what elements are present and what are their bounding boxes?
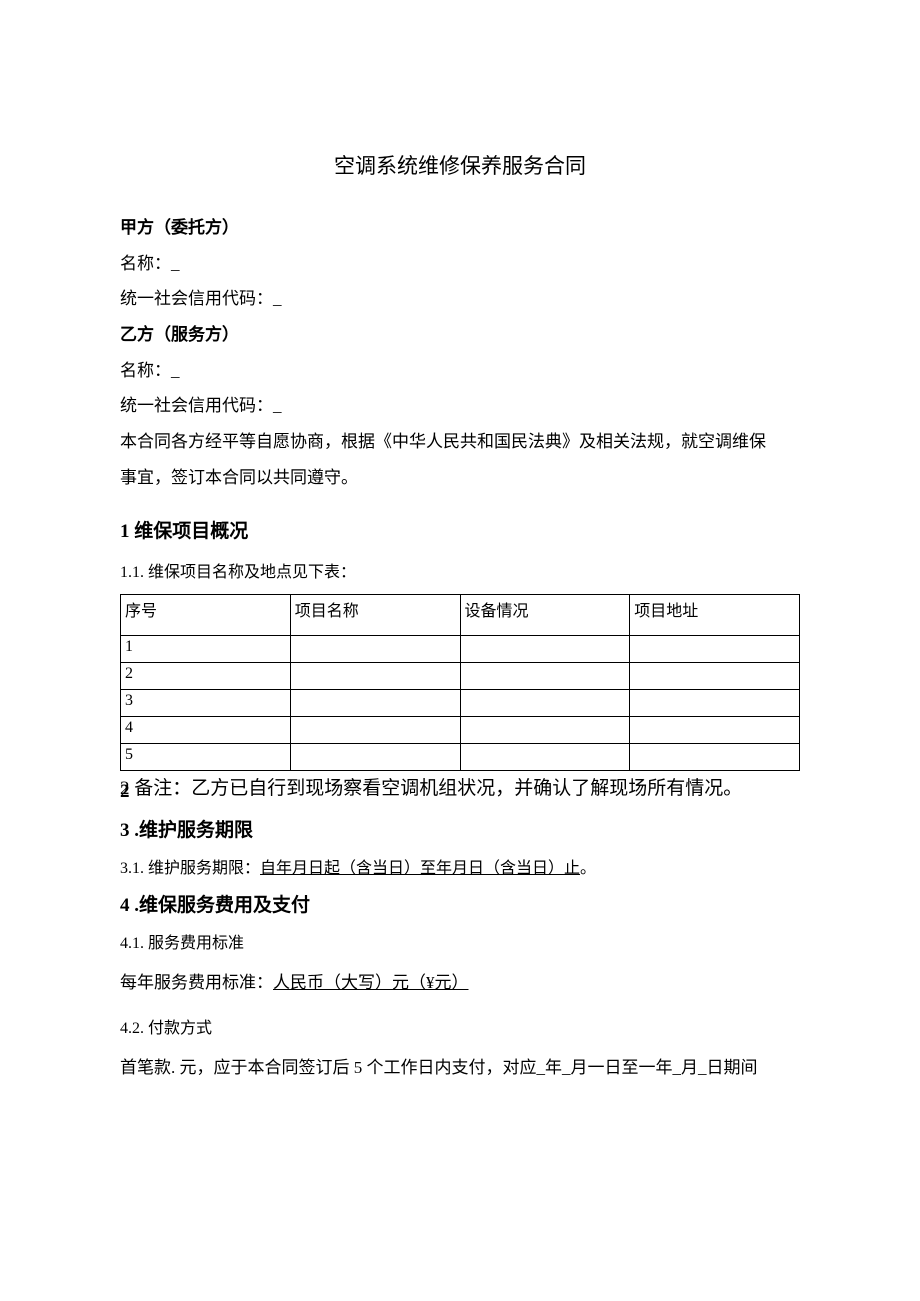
table-row: 5 <box>121 743 800 770</box>
party-b-name: 名称：_ <box>120 353 800 389</box>
cell-empty <box>290 689 460 716</box>
preamble-line-1: 本合同各方经平等自愿协商，根据《中华人民共和国民法典》及相关法规，就空调维保 <box>120 424 800 460</box>
cell-empty <box>630 662 800 689</box>
section-1-1: 1.1. 维保项目名称及地点见下表： <box>120 558 800 582</box>
party-a-name: 名称：_ <box>120 246 800 282</box>
preamble-line-2: 事宜，签订本合同以共同遵守。 <box>120 460 800 496</box>
section-2-full: 2 备注：乙方已自行到现场察看空调机组状况，并确认了解现场所有情况。 <box>120 775 800 804</box>
th-seq: 序号 <box>121 594 291 635</box>
section-3-heading: 3 .维护服务期限 <box>120 815 800 842</box>
cell-empty <box>630 716 800 743</box>
party-b-code: 统一社会信用代码：_ <box>120 388 800 424</box>
table-row: 4 <box>121 716 800 743</box>
first-payment: 首笔款. 元，应于本合同签订后 5 个工作日内支付，对应_年_月一日至一年_月_… <box>120 1053 800 1084</box>
table-row: 2 <box>121 662 800 689</box>
cell-seq: 2 <box>121 662 291 689</box>
party-b-heading: 乙方（服务方） <box>120 317 800 353</box>
table-row: 1 <box>121 635 800 662</box>
cell-empty <box>630 689 800 716</box>
cell-empty <box>460 662 630 689</box>
section-4-2: 4.2. 付款方式 <box>120 1014 800 1038</box>
cell-empty <box>460 635 630 662</box>
document-page: 空调系统维修保养服务合同 甲方（委托方） 名称：_ 统一社会信用代码：_ 乙方（… <box>0 0 920 1199</box>
document-title: 空调系统维修保养服务合同 <box>120 150 800 180</box>
cell-seq: 1 <box>121 635 291 662</box>
section-3-1: 3.1. 维护服务期限：自年月日起（含当日）至年月日（含当日）止。 <box>120 854 800 878</box>
fee-prefix: 每年服务费用标准： <box>120 973 273 992</box>
section-3-1-prefix: 3.1. 维护服务期限： <box>120 860 260 877</box>
section-3-1-underlined: 自年月日起（含当日）至年月日（含当日）止 <box>260 860 580 877</box>
th-equip: 设备情况 <box>460 594 630 635</box>
cell-seq: 3 <box>121 689 291 716</box>
table-header-row: 序号 项目名称 设备情况 项目地址 <box>121 594 800 635</box>
th-name: 项目名称 <box>290 594 460 635</box>
section-4-1: 4.1. 服务费用标准 <box>120 929 800 953</box>
cell-empty <box>290 635 460 662</box>
cell-seq: 5 <box>121 743 291 770</box>
section-1-heading: 1 维保项目概况 <box>120 516 800 543</box>
cell-seq: 4 <box>121 716 291 743</box>
cell-empty <box>290 716 460 743</box>
table-row: 3 <box>121 689 800 716</box>
cell-empty <box>630 743 800 770</box>
project-table: 序号 项目名称 设备情况 项目地址 1 2 3 4 <box>120 594 800 771</box>
party-a-heading: 甲方（委托方） <box>120 210 800 246</box>
section-3-1-suffix: 。 <box>580 860 596 877</box>
cell-empty <box>460 743 630 770</box>
cell-empty <box>290 743 460 770</box>
fee-underlined: 人民币（大写）元（¥元） <box>273 973 469 992</box>
th-addr: 项目地址 <box>630 594 800 635</box>
cell-empty <box>460 716 630 743</box>
section-4-heading: 4 .维保服务费用及支付 <box>120 890 800 917</box>
fee-standard: 每年服务费用标准：人民币（大写）元（¥元） <box>120 968 800 999</box>
cell-empty <box>460 689 630 716</box>
party-a-code: 统一社会信用代码：_ <box>120 281 800 317</box>
cell-empty <box>630 635 800 662</box>
cell-empty <box>290 662 460 689</box>
